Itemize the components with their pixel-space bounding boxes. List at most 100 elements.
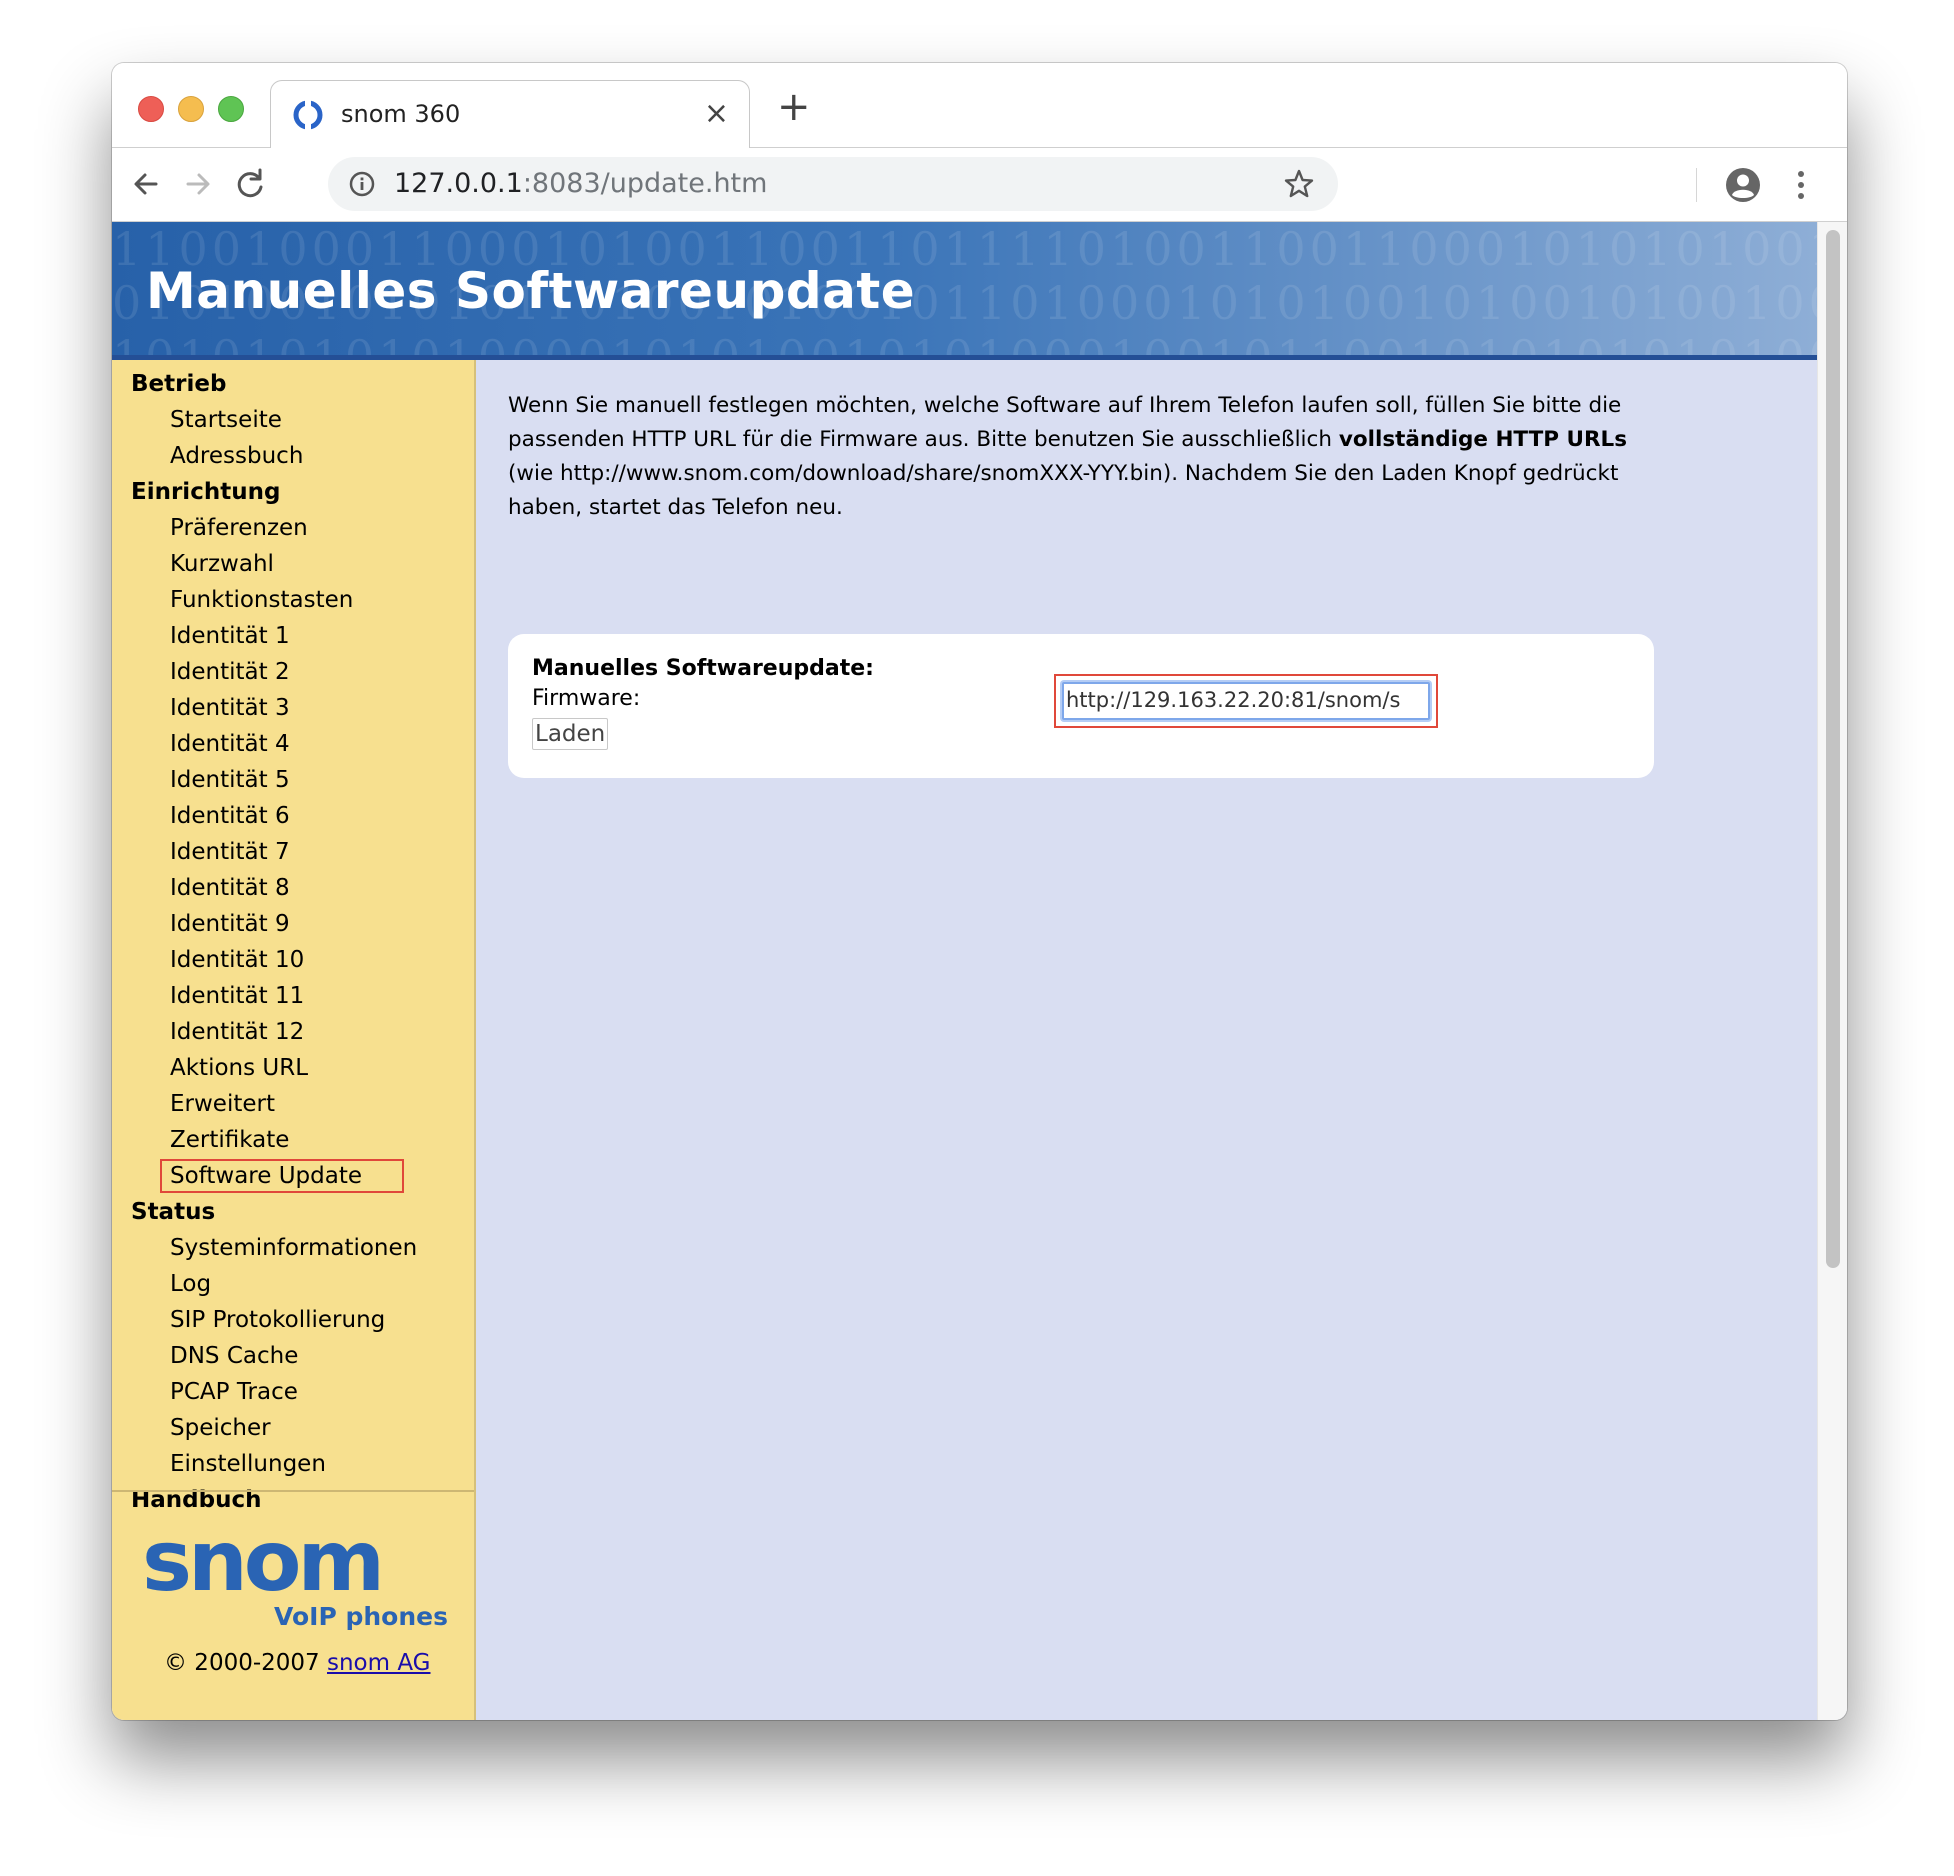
sidebar-menu: Betrieb Startseite Adressbuch Einrichtung Pr… [112, 366, 474, 1518]
logo-subtitle: VoIP phones [274, 1602, 448, 1630]
sidebar-item-label: Identität 12 [170, 1019, 305, 1045]
close-window-button[interactable] [138, 96, 164, 122]
sidebar-item-label: Systeminformationen [170, 1235, 418, 1261]
sidebar-item-label: Funktionstasten [170, 587, 354, 613]
sidebar-item-identität-6[interactable]: Identität 6 [112, 798, 474, 834]
sidebar-section-betrieb[interactable]: Betrieb [112, 366, 474, 402]
sidebar-item-label: PCAP Trace [170, 1379, 298, 1405]
copyright-text: © 2000-2007 [164, 1650, 327, 1676]
browser-window: snom 360 × + 127.0.0.1:8083/update.htm 1… [112, 63, 1847, 1720]
intro-text: Wenn Sie manuell festlegen möchten, welc… [508, 389, 1668, 525]
sidebar-item-label: Identität 3 [170, 695, 290, 721]
web-page: 1100100011000101001100110111101001100110… [112, 222, 1847, 1720]
sidebar-item-identität-4[interactable]: Identität 4 [112, 726, 474, 762]
sidebar-item-einstellungen[interactable]: Einstellungen [112, 1446, 474, 1482]
sidebar-item-identität-5[interactable]: Identität 5 [112, 762, 474, 798]
sidebar-item-label: Einstellungen [170, 1451, 326, 1477]
sidebar-item-label: Speicher [170, 1415, 271, 1441]
sidebar-item-identität-9[interactable]: Identität 9 [112, 906, 474, 942]
sidebar-item-label: SIP Protokollierung [170, 1307, 386, 1333]
sidebar-item-label: Aktions URL [170, 1055, 309, 1081]
sidebar-item-systeminformationen[interactable]: Systeminformationen [112, 1230, 474, 1266]
url-text: 127.0.0.1:8083/update.htm [394, 168, 767, 199]
intro-text-part2: (wie http://www.snom.com/download/share/… [508, 461, 1619, 520]
sidebar-item-speicher[interactable]: Speicher [112, 1410, 474, 1446]
sidebar-item-label: Identität 9 [170, 911, 290, 937]
intro-text-bold: vollständige HTTP URLs [1338, 427, 1628, 452]
sidebar-item-pcap-trace[interactable]: PCAP Trace [112, 1374, 474, 1410]
new-tab-button[interactable]: + [777, 87, 811, 127]
sidebar-item-identität-7[interactable]: Identität 7 [112, 834, 474, 870]
scrollbar-thumb[interactable] [1826, 230, 1840, 1268]
sidebar-item-dns-cache[interactable]: DNS Cache [112, 1338, 474, 1374]
sidebar-item-label: Erweitert [170, 1091, 275, 1117]
snom-favicon-icon [293, 100, 323, 130]
browser-toolbar: 127.0.0.1:8083/update.htm [112, 148, 1847, 222]
sidebar-section-status[interactable]: Status [112, 1194, 474, 1230]
load-button[interactable]: Laden [532, 718, 609, 750]
sidebar-item-identität-12[interactable]: Identität 12 [112, 1014, 474, 1050]
page-banner: 1100100011000101001100110111101001100110… [112, 222, 1817, 360]
sidebar-item-label: Identität 5 [170, 767, 290, 793]
firmware-url-input[interactable]: http://129.163.22.20:81/snom/s [1062, 682, 1430, 720]
browser-tab[interactable]: snom 360 × [270, 80, 750, 148]
snom-logo: snom VoIP phones [142, 1520, 448, 1630]
panel-title: Manuelles Softwareupdate: [532, 656, 874, 681]
sidebar-item-label: Präferenzen [170, 515, 308, 541]
url-path: :8083/update.htm [522, 168, 768, 199]
firmware-label: Firmware: [532, 686, 641, 711]
more-menu-icon[interactable] [1792, 166, 1810, 204]
sidebar-item-sip-protokollierung[interactable]: SIP Protokollierung [112, 1302, 474, 1338]
sidebar-item-log[interactable]: Log [112, 1266, 474, 1302]
account-icon[interactable] [1724, 166, 1762, 204]
bookmark-star-icon[interactable] [1282, 167, 1316, 201]
info-icon[interactable] [348, 170, 376, 198]
back-button[interactable] [124, 162, 168, 206]
sidebar-divider [112, 1490, 474, 1492]
logo-wordmark: snom [142, 1520, 381, 1610]
sidebar-item-label: Identität 10 [170, 947, 305, 973]
sidebar-item-aktions-url[interactable]: Aktions URL [112, 1050, 474, 1086]
snom-ag-link[interactable]: snom AG [327, 1650, 431, 1676]
reload-icon [237, 168, 263, 198]
sidebar-item-label: Identität 11 [170, 983, 305, 1009]
sidebar-item-zertifikate[interactable]: Zertifikate [112, 1122, 474, 1158]
forward-button[interactable] [176, 162, 220, 206]
sidebar-item-label: Kurzwahl [170, 551, 274, 577]
sidebar-item-identität-3[interactable]: Identität 3 [112, 690, 474, 726]
tab-strip: snom 360 × + [112, 63, 1847, 148]
address-bar[interactable]: 127.0.0.1:8083/update.htm [328, 157, 1338, 211]
sidebar-item-funktionstasten[interactable]: Funktionstasten [112, 582, 474, 618]
tab-title: snom 360 [341, 100, 461, 128]
sidebar-item-label: Startseite [170, 407, 282, 433]
sidebar-item-identität-8[interactable]: Identität 8 [112, 870, 474, 906]
sidebar-item-label: Identität 4 [170, 731, 290, 757]
update-form-panel: Manuelles Softwareupdate: Firmware: Lade… [508, 634, 1654, 778]
zoom-window-button[interactable] [218, 96, 244, 122]
sidebar-section-handbuch[interactable]: Handbuch [112, 1482, 474, 1518]
minimize-window-button[interactable] [178, 96, 204, 122]
sidebar-item-identität-2[interactable]: Identität 2 [112, 654, 474, 690]
sidebar-item-erweitert[interactable]: Erweitert [112, 1086, 474, 1122]
sidebar-item-label: Software Update [160, 1159, 404, 1193]
sidebar-item-adressbuch[interactable]: Adressbuch [112, 438, 474, 474]
sidebar-item-startseite[interactable]: Startseite [112, 402, 474, 438]
main-content: Wenn Sie manuell festlegen möchten, welc… [508, 389, 1668, 525]
arrow-right-icon [186, 173, 210, 195]
sidebar-item-identität-11[interactable]: Identität 11 [112, 978, 474, 1014]
sidebar: Betrieb Startseite Adressbuch Einrichtung Pr… [112, 360, 476, 1720]
sidebar-item-identität-1[interactable]: Identität 1 [112, 618, 474, 654]
sidebar-item-label: Identität 1 [170, 623, 290, 649]
sidebar-item-label: Identität 6 [170, 803, 290, 829]
tab-close-icon[interactable]: × [704, 95, 729, 133]
sidebar-item-label: Identität 7 [170, 839, 290, 865]
sidebar-item-identität-10[interactable]: Identität 10 [112, 942, 474, 978]
arrow-left-icon [134, 173, 158, 195]
reload-button[interactable] [228, 162, 272, 206]
sidebar-item-kurzwahl[interactable]: Kurzwahl [112, 546, 474, 582]
sidebar-section-einrichtung[interactable]: Einrichtung [112, 474, 474, 510]
sidebar-item-label: Log [170, 1271, 212, 1297]
sidebar-item-präferenzen[interactable]: Präferenzen [112, 510, 474, 546]
url-host: 127.0.0.1 [394, 168, 523, 199]
sidebar-item-software-update[interactable]: Software Update [112, 1158, 474, 1194]
